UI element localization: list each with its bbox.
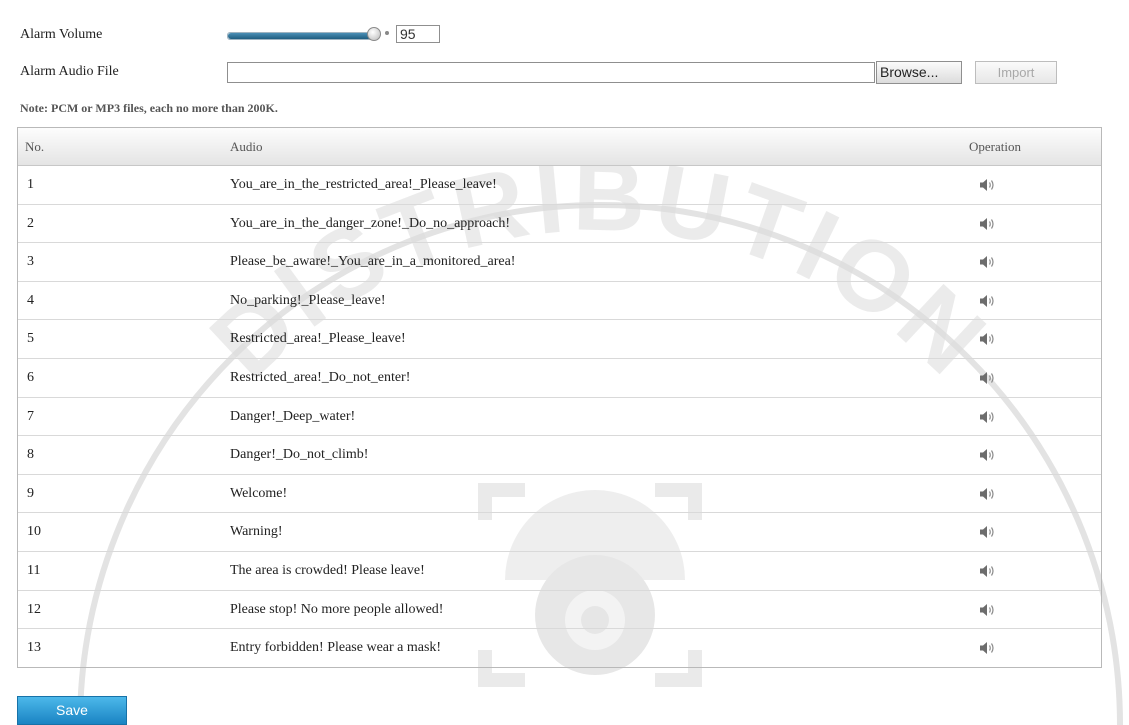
row-number: 1 [27, 177, 34, 192]
volume-slider-thumb[interactable] [367, 27, 381, 41]
row-number: 2 [27, 215, 34, 231]
table-row: 4 No_parking!_Please_leave! [18, 282, 1101, 321]
table-row: 11 The area is crowded! Please leave! [18, 552, 1101, 591]
table-body: 1 You_are_in_the_restricted_area!_Please_… [18, 166, 1101, 668]
import-button[interactable]: Import [975, 61, 1057, 84]
table-row: 9 Welcome! [18, 475, 1101, 514]
header-operation: Operation [969, 139, 1021, 154]
audio-table: No. Audio Operation 1 You_are_in_the_rest… [17, 127, 1102, 668]
volume-value-input[interactable]: 95 [396, 25, 440, 43]
row-audio-name: Please_be_aware!_You_are_in_a_monitored_… [230, 254, 516, 270]
row-number: 7 [27, 408, 34, 424]
row-number: 5 [27, 331, 34, 347]
row-audio-name: No_parking!_Please_leave! [230, 292, 386, 308]
row-number: 8 [27, 447, 34, 463]
row-number: 13 [27, 640, 41, 656]
table-row: 12 Please stop! No more people allowed! [18, 591, 1101, 630]
table-header: No. Audio Operation [18, 128, 1101, 166]
speaker-play-icon[interactable] [979, 178, 995, 192]
file-format-note: Note: PCM or MP3 files, each no more tha… [20, 101, 278, 115]
row-audio-name: Entry forbidden! Please wear a mask! [230, 640, 442, 656]
table-row: 10 Warning! [18, 513, 1101, 552]
row-number: 4 [27, 292, 34, 308]
row-audio-name: The area is crowded! Please leave! [230, 562, 425, 578]
row-audio-name: Please stop! No more people allowed! [230, 601, 444, 617]
header-audio: Audio [230, 139, 263, 154]
row-audio-name: Restricted_area!_Please_leave! [230, 331, 406, 347]
row-number: 3 [27, 254, 34, 270]
row-number: 6 [27, 369, 34, 385]
row-number: 12 [27, 601, 41, 617]
speaker-play-icon[interactable] [979, 410, 995, 424]
speaker-play-icon[interactable] [979, 332, 995, 346]
row-audio-name: Warning! [230, 524, 283, 540]
row-number: 11 [27, 562, 41, 578]
table-row: 1 You_are_in_the_restricted_area!_Please_… [18, 166, 1101, 205]
speaker-play-icon[interactable] [979, 603, 995, 617]
header-no: No. [25, 139, 45, 154]
volume-slider[interactable] [227, 32, 379, 40]
speaker-play-icon[interactable] [979, 217, 995, 231]
speaker-play-icon[interactable] [979, 641, 995, 655]
speaker-play-icon[interactable] [979, 564, 995, 578]
speaker-play-icon[interactable] [979, 448, 995, 462]
alarm-audio-file-label: Alarm Audio File [20, 64, 119, 79]
speaker-play-icon[interactable] [979, 487, 995, 501]
table-row: 6 Restricted_area!_Do_not_enter! [18, 359, 1101, 398]
table-row: 3 Please_be_aware!_You_are_in_a_monitored… [18, 243, 1101, 282]
row-number: 9 [27, 485, 34, 501]
table-row: 7 Danger!_Deep_water! [18, 398, 1101, 437]
row-audio-name: Danger!_Do_not_climb! [230, 447, 369, 463]
row-number: 10 [27, 524, 41, 540]
save-button[interactable]: Save [17, 696, 127, 725]
row-audio-name: Restricted_area!_Do_not_enter! [230, 369, 411, 385]
row-audio-name: You_are_in_the_restricted_area!_Please_l… [230, 177, 497, 192]
table-row: 5 Restricted_area!_Please_leave! [18, 320, 1101, 359]
browse-button[interactable]: Browse... [876, 61, 962, 84]
row-audio-name: You_are_in_the_danger_zone!_Do_no_approa… [230, 215, 511, 231]
speaker-play-icon[interactable] [979, 255, 995, 269]
volume-slider-fill [228, 33, 371, 39]
speaker-play-icon[interactable] [979, 371, 995, 385]
audio-file-path-input[interactable] [227, 62, 875, 83]
volume-slider-indicator [385, 31, 389, 35]
row-audio-name: Danger!_Deep_water! [230, 408, 356, 424]
speaker-play-icon[interactable] [979, 294, 995, 308]
table-row: 13 Entry forbidden! Please wear a mask! [18, 629, 1101, 668]
table-row: 8 Danger!_Do_not_climb! [18, 436, 1101, 475]
speaker-play-icon[interactable] [979, 525, 995, 539]
table-row: 2 You_are_in_the_danger_zone!_Do_no_appro… [18, 205, 1101, 244]
alarm-volume-label: Alarm Volume [20, 27, 103, 42]
row-audio-name: Welcome! [230, 485, 288, 501]
